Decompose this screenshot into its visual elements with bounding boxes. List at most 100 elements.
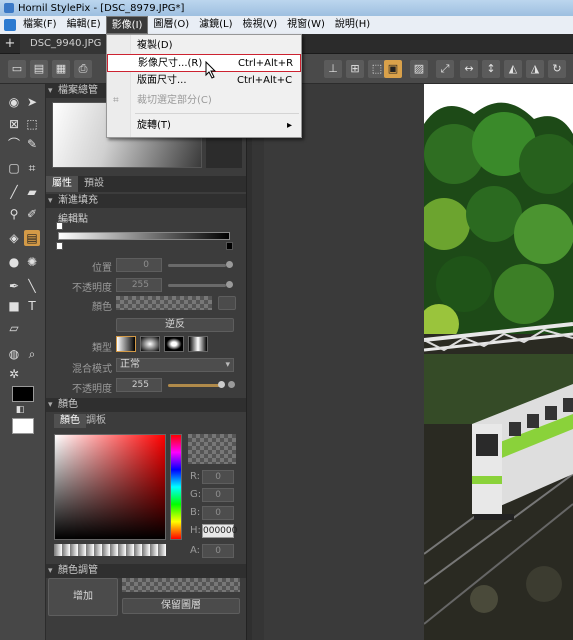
marquee-tool-icon[interactable]: ⬚: [24, 116, 40, 132]
background-color-swatch[interactable]: [12, 418, 34, 434]
r-input[interactable]: 0: [202, 470, 234, 484]
opacity-slider-knob[interactable]: [218, 381, 225, 388]
move-tool-icon[interactable]: ➤: [24, 94, 40, 110]
transform-tool-icon[interactable]: ⊠: [6, 116, 22, 132]
menu-help[interactable]: 說明(H): [330, 16, 375, 34]
stop-opacity-slider[interactable]: [168, 284, 226, 287]
crop-tool-icon[interactable]: ⌗: [24, 160, 40, 176]
foreground-color-swatch[interactable]: [12, 386, 34, 402]
swap-colors-icon[interactable]: ◧: [12, 402, 28, 418]
magic-wand-icon[interactable]: ✎: [24, 136, 40, 152]
folder-tool-icon[interactable]: ▱: [6, 320, 22, 336]
fill-tool-icon[interactable]: ◈: [6, 230, 22, 246]
zoom-tool-icon[interactable]: ⌕: [24, 346, 40, 362]
new-tab-button[interactable]: +: [0, 36, 20, 51]
type-label: 類型: [92, 343, 112, 354]
print-icon[interactable]: ⎙: [74, 60, 92, 78]
menu-item-image-size[interactable]: 影像尺寸...(R) Ctrl+Alt+R: [107, 54, 301, 72]
blur-tool-icon[interactable]: ✺: [24, 254, 40, 270]
position-reset-icon[interactable]: [226, 261, 233, 268]
swatches-header[interactable]: 顏色調管: [46, 564, 246, 578]
clone-tool-icon[interactable]: ⚲: [6, 206, 22, 222]
color-wheel-icon[interactable]: ◍: [6, 346, 22, 362]
app-menu-icon[interactable]: [4, 19, 16, 31]
gradient-preview-bar[interactable]: [58, 232, 230, 240]
reflected-gradient-icon[interactable]: [188, 336, 208, 352]
position-input[interactable]: 0: [116, 258, 162, 272]
menu-item-rotate[interactable]: 旋轉(T) ▸: [107, 117, 301, 135]
opacity-input[interactable]: 255: [116, 378, 162, 392]
align-icon[interactable]: ⊥: [324, 60, 342, 78]
gradient-opacity-stop[interactable]: [56, 222, 63, 230]
fit-icon[interactable]: ⤢: [436, 60, 454, 78]
hex-input[interactable]: 000000: [202, 524, 237, 538]
transform-icon[interactable]: ▨: [410, 60, 428, 78]
eyedropper-tool-icon[interactable]: ✐: [24, 206, 40, 222]
menu-file[interactable]: 檔案(F): [18, 16, 62, 34]
b-input[interactable]: 0: [202, 506, 234, 520]
level-icon[interactable]: ◭: [504, 60, 522, 78]
tab-presets[interactable]: 預設: [78, 176, 110, 192]
add-swatch-button[interactable]: 增加: [48, 578, 118, 616]
image-canvas[interactable]: [264, 84, 573, 640]
gradient-color-stop-end[interactable]: [226, 242, 233, 250]
save-icon[interactable]: ▦: [52, 60, 70, 78]
menu-layer[interactable]: 圖層(O): [148, 16, 194, 34]
pen-tool-icon[interactable]: ✒: [6, 278, 22, 294]
gradient-fill-header[interactable]: 漸進填充: [46, 194, 246, 208]
menu-item-crop-selection[interactable]: ⌗ 裁切選定部分(C): [107, 92, 301, 110]
brush-tool-icon[interactable]: ╱: [6, 184, 22, 200]
g-input[interactable]: 0: [202, 488, 234, 502]
hue-slider[interactable]: [170, 434, 182, 540]
stop-opacity-reset-icon[interactable]: [226, 281, 233, 288]
flip-vertical-icon[interactable]: ↕: [482, 60, 500, 78]
opacity-reset-icon[interactable]: [228, 381, 235, 388]
stop-color-picker-button[interactable]: [218, 296, 236, 310]
tab-properties[interactable]: 屬性: [46, 176, 78, 192]
swatch-strip[interactable]: [122, 578, 240, 592]
menu-window[interactable]: 視窗(W): [282, 16, 330, 34]
view-tool-icon[interactable]: ◉: [6, 94, 22, 110]
menu-view[interactable]: 檢視(V): [238, 16, 283, 34]
flip-horizontal-icon[interactable]: ↔: [460, 60, 478, 78]
radial-gradient-icon[interactable]: [140, 336, 160, 352]
menu-filter[interactable]: 濾鏡(L): [194, 16, 237, 34]
menu-edit[interactable]: 編輯(E): [62, 16, 106, 34]
color-saturation-picker[interactable]: [54, 434, 166, 540]
alpha-slider[interactable]: [54, 544, 166, 556]
menu-item-duplicate[interactable]: 複製(D): [107, 37, 301, 55]
gradient-tool-icon[interactable]: ▤: [24, 230, 40, 246]
settings-tool-icon[interactable]: ✲: [6, 366, 22, 382]
tab-palette[interactable]: 調板: [80, 414, 112, 428]
opacity-slider[interactable]: [168, 384, 220, 387]
eraser-tool-icon[interactable]: ▰: [24, 184, 40, 200]
stop-opacity-input[interactable]: 255: [116, 278, 162, 292]
rect-select-icon[interactable]: ▢: [6, 160, 22, 176]
diamond-gradient-icon[interactable]: [164, 336, 184, 352]
stop-color-swatch[interactable]: [116, 296, 212, 310]
keep-layer-button[interactable]: 保留圖層: [122, 598, 240, 614]
line-tool-icon[interactable]: ╲: [24, 278, 40, 294]
shape-tool-icon[interactable]: ■: [6, 298, 22, 314]
color-header[interactable]: 顏色: [46, 398, 246, 412]
open-file-icon[interactable]: ▤: [30, 60, 48, 78]
alpha-input[interactable]: 0: [202, 544, 234, 558]
stop-color-label: 顏色: [92, 302, 112, 313]
distribute-icon[interactable]: ⊞: [346, 60, 364, 78]
text-tool-icon[interactable]: T: [24, 298, 40, 314]
new-file-icon[interactable]: ▭: [8, 60, 26, 78]
menu-image[interactable]: 影像(I): [105, 16, 149, 34]
mirror-icon[interactable]: ◮: [526, 60, 544, 78]
reverse-button[interactable]: 逆反: [116, 318, 234, 332]
document-tab[interactable]: DSC_9940.JPG: [20, 33, 113, 54]
crop-mode-icon[interactable]: ▣: [384, 60, 402, 78]
photo-preview[interactable]: [424, 84, 573, 640]
red-eye-tool-icon[interactable]: ●: [6, 254, 22, 270]
gradient-color-stop-start[interactable]: [56, 242, 63, 250]
lasso-tool-icon[interactable]: ⌒: [6, 136, 22, 152]
linear-gradient-icon[interactable]: [116, 336, 136, 352]
rotate-icon[interactable]: ↻: [548, 60, 566, 78]
position-slider[interactable]: [168, 264, 226, 267]
blend-mode-select[interactable]: 正常: [116, 358, 234, 372]
menu-item-canvas-size[interactable]: 版面尺寸... Ctrl+Alt+C: [107, 72, 301, 90]
